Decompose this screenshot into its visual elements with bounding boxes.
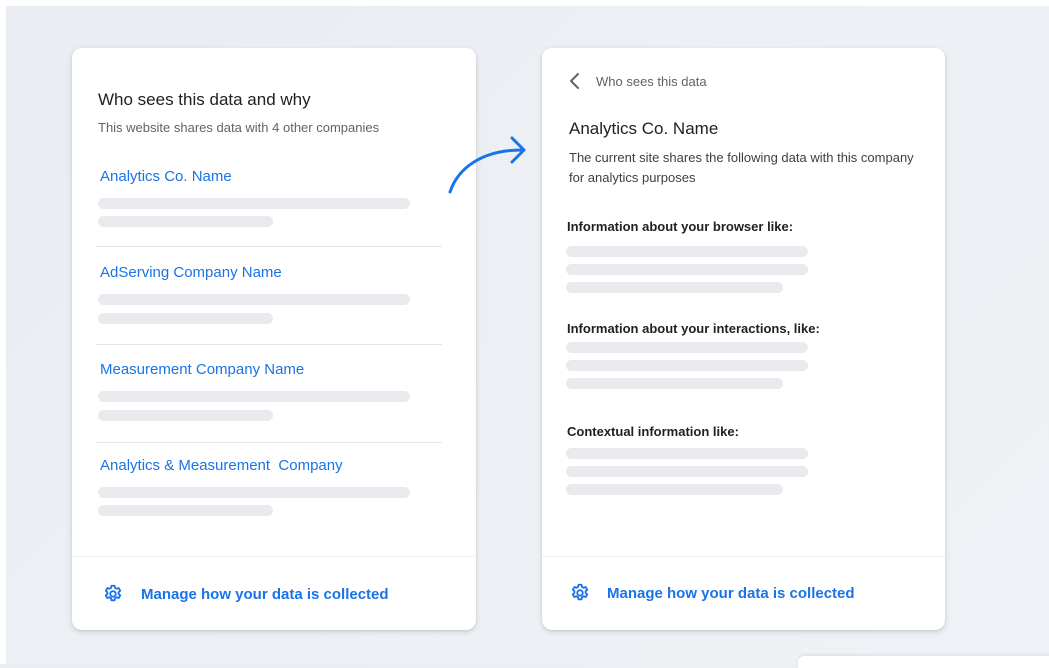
back-button[interactable]: Who sees this data bbox=[568, 72, 707, 90]
curved-arrow-icon bbox=[448, 136, 526, 194]
company-link-analytics-measurement[interactable]: Analytics & Measurement Company bbox=[100, 457, 343, 474]
section-heading-browser: Information about your browser like: bbox=[567, 219, 794, 234]
manage-data-link[interactable]: Manage how your data is collected bbox=[141, 586, 389, 603]
data-item-placeholder bbox=[566, 466, 808, 477]
manage-data-button[interactable]: Manage how your data is collected bbox=[102, 583, 389, 605]
company-description-placeholder bbox=[98, 294, 410, 305]
manage-data-link[interactable]: Manage how your data is collected bbox=[607, 585, 855, 602]
panel-title: Who sees this data and why bbox=[98, 90, 311, 109]
back-label: Who sees this data bbox=[596, 73, 707, 89]
data-item-placeholder bbox=[566, 360, 808, 371]
partial-card-edge bbox=[798, 656, 1049, 668]
detail-title: Analytics Co. Name bbox=[569, 119, 719, 138]
company-description-placeholder bbox=[98, 505, 273, 516]
company-description-placeholder bbox=[98, 391, 410, 402]
footer-divider bbox=[72, 556, 476, 557]
data-item-placeholder bbox=[566, 246, 808, 257]
data-item-placeholder bbox=[566, 342, 808, 353]
data-item-placeholder bbox=[566, 378, 783, 389]
chevron-left-icon bbox=[568, 72, 582, 90]
company-detail-panel: Who sees this data Analytics Co. Name Th… bbox=[542, 48, 945, 630]
company-link-analytics[interactable]: Analytics Co. Name bbox=[100, 168, 232, 185]
data-item-placeholder bbox=[566, 484, 783, 495]
company-link-adserving[interactable]: AdServing Company Name bbox=[100, 264, 282, 281]
data-item-placeholder bbox=[566, 264, 808, 275]
company-description-placeholder bbox=[98, 313, 273, 324]
panel-subtitle: This website shares data with 4 other co… bbox=[98, 120, 380, 135]
company-list-panel: Who sees this data and why This website … bbox=[72, 48, 476, 630]
footer-divider bbox=[542, 556, 945, 557]
detail-description: The current site shares the following da… bbox=[569, 150, 914, 185]
list-divider bbox=[96, 442, 442, 443]
manage-data-button[interactable]: Manage how your data is collected bbox=[569, 582, 855, 604]
company-description-placeholder bbox=[98, 410, 273, 421]
gear-icon bbox=[102, 583, 124, 605]
company-description-placeholder bbox=[98, 216, 273, 227]
data-item-placeholder bbox=[566, 448, 808, 459]
gear-icon bbox=[569, 582, 591, 604]
section-heading-interactions: Information about your interactions, lik… bbox=[567, 321, 820, 336]
company-description-placeholder bbox=[98, 487, 410, 498]
data-item-placeholder bbox=[566, 282, 783, 293]
company-link-measurement[interactable]: Measurement Company Name bbox=[100, 361, 304, 378]
section-heading-contextual: Contextual information like: bbox=[567, 424, 739, 439]
list-divider bbox=[96, 246, 442, 247]
page-top-band bbox=[0, 0, 1049, 6]
list-divider bbox=[96, 344, 442, 345]
company-description-placeholder bbox=[98, 198, 410, 209]
page-left-band bbox=[0, 0, 6, 664]
